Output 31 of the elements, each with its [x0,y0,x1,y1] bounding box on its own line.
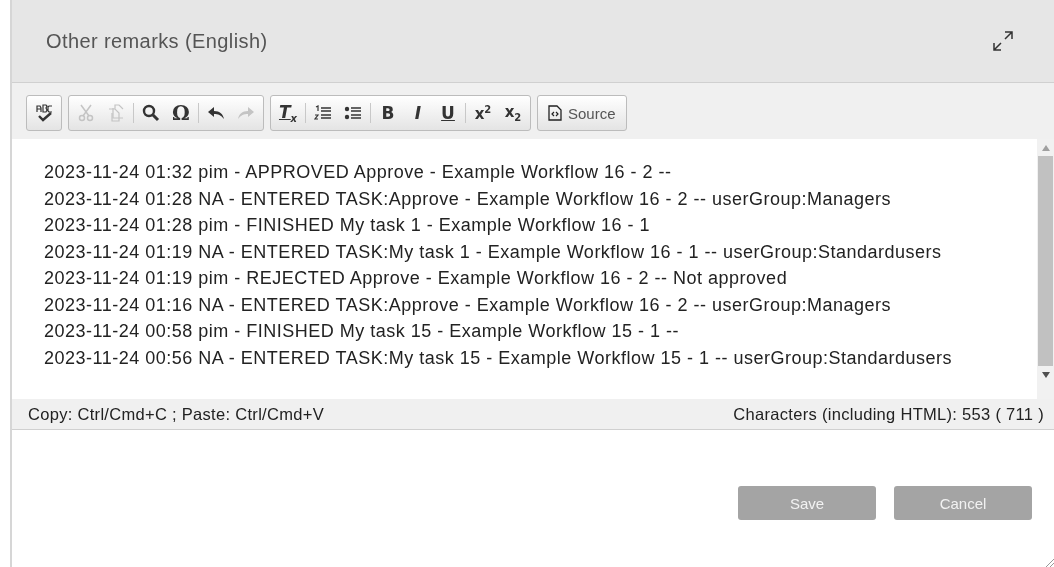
shortcut-hint: Copy: Ctrl/Cmd+C ; Paste: Ctrl/Cmd+V [28,404,324,424]
script-button[interactable]: x$_{2}$ [498,98,528,128]
glyph-button[interactable]: Ω [166,98,196,128]
scissors-icon [78,104,94,122]
log-line: 2023-11-24 00:56 NA - ENTERED TASK:My task 15 - Example Workflow 15 - 1 -- userGroup:Standardusers [44,346,954,370]
expand-icon[interactable] [992,30,1014,52]
redo-arrow-icon [237,106,255,120]
undo-arrow-icon [207,106,225,120]
scroll-down-icon[interactable] [1041,371,1050,378]
copy-icon [108,104,124,122]
spellcheck-icon [34,103,54,123]
script-button[interactable]: x$^{2}$ [468,98,498,128]
log-line: 2023-11-24 01:28 NA - ENTERED TASK:Approve - Example Workflow 16 - 2 -- userGroup:Managers [44,187,892,211]
resize-grip-icon[interactable] [1044,557,1054,567]
italic-button[interactable]: I [403,98,433,128]
code-file-icon [548,105,562,121]
dialog-title: Other remarks (English) [46,29,268,53]
numbered-list-icon [314,105,332,121]
log-line: 2023-11-24 01:32 pim - APPROVED Approve - Example Workflow 16 - 2 -- [44,161,673,184]
bold-button[interactable]: B [373,98,403,128]
bulleted-list-icon [344,105,362,121]
log-line: 2023-11-24 01:19 pim - REJECTED Approve - Example Workflow 16 - 2 -- Not approved [44,267,789,290]
log-line: 2023-11-24 00:58 pim - FINISHED My task 15 - Example Workflow 15 - 1 -- [44,320,681,343]
log-line: 2023-11-24 01:16 NA - ENTERED TASK:Approve - Example Workflow 16 - 2 -- userGroup:Managers [44,293,892,317]
source-button[interactable]: Source [540,98,624,128]
search-icon [142,104,160,122]
log-line: 2023-11-24 01:28 pim - FINISHED My task 1 - Example Workflow 16 - 1 [44,214,652,237]
log-line: 2023-11-24 01:19 NA - ENTERED TASK:My task 1 - Example Workflow 16 - 1 -- userGroup:Standardusers [44,240,943,264]
underline-button[interactable]: U [433,98,463,128]
clearformat-button[interactable]: T$_{x}$ [273,98,303,128]
character-count: Characters (including HTML): 553 ( 711 ) [733,404,1044,424]
